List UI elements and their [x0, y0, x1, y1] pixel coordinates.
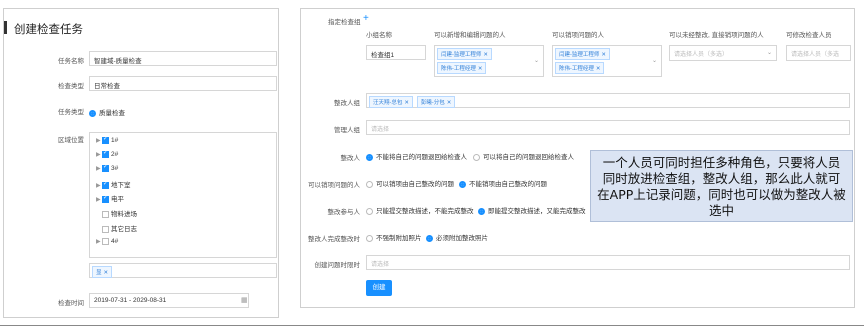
- time-range-input[interactable]: 2019-07-31 - 2029-08-31: [89, 293, 249, 308]
- task-type-label: 任务类型: [58, 109, 84, 116]
- title-marker: [4, 21, 7, 34]
- col-group-name: 小组名称: [366, 32, 392, 39]
- rectify-opt2-radio[interactable]: 可以将自己的问题退回给检查人: [473, 151, 574, 161]
- radio-icon: [366, 180, 373, 188]
- tree-node-4[interactable]: ▶地下室: [96, 179, 131, 189]
- close-icon[interactable]: ✕: [404, 100, 409, 106]
- complete-opt2-radio[interactable]: 必须附加整改照片: [426, 232, 488, 242]
- manager-select[interactable]: 请选择: [366, 120, 850, 135]
- close-icon[interactable]: ✕: [478, 66, 483, 72]
- checkbox-icon[interactable]: [102, 238, 109, 245]
- col-closers: 可以销项问题的人: [552, 32, 604, 39]
- radio-checked-icon: [426, 234, 433, 242]
- checkbox-icon[interactable]: [102, 163, 109, 172]
- create-task-panel: 创建检查任务 任务名称 智建域-质量检查 检查类型 日常检查 任务类型 质量检查…: [3, 8, 279, 318]
- tree-node-8[interactable]: ▶ 4#: [96, 238, 118, 245]
- checkbox-icon[interactable]: [102, 180, 109, 189]
- chevron-down-icon: ⌄: [766, 50, 772, 56]
- closer-label: 可以销项问题的人: [308, 182, 360, 189]
- closer-opt2-radio[interactable]: 不能销项由自己整改的问题: [459, 178, 547, 188]
- col-editors: 可以新增和编辑问题的人: [434, 32, 506, 39]
- tree-node-5[interactable]: ▶电平: [96, 193, 124, 203]
- complete-label: 整改人完成整改时: [308, 236, 360, 243]
- rectify-tag: 彭曦-分包 ✕: [416, 96, 456, 108]
- closer-tag: 陈伟-工程经理 ✕: [555, 62, 605, 74]
- participant-label: 整改参与人: [327, 209, 361, 216]
- calendar-icon[interactable]: ▦: [241, 296, 248, 304]
- participant-opt1-radio[interactable]: 只能提交整改描述，不能完成整改: [366, 205, 474, 215]
- editors-select[interactable]: 闫建-监理工程师 ✕ 陈伟-工程经理 ✕ ⌄: [434, 45, 544, 77]
- complete-opt1-radio[interactable]: 不强制附加照片: [366, 232, 422, 242]
- tree-node-2[interactable]: ▶2#: [96, 149, 118, 158]
- checkbox-icon[interactable]: [102, 149, 109, 158]
- checkbox-icon[interactable]: [102, 210, 109, 218]
- group-name-input[interactable]: 检查组1: [366, 45, 426, 60]
- close-icon[interactable]: ✕: [483, 52, 488, 58]
- col-direct-closers: 可以未经整改, 直接销项问题的人: [669, 32, 764, 39]
- tree-node-6[interactable]: 物料进场: [96, 208, 137, 218]
- radio-checked-icon: [459, 180, 466, 188]
- editor-tag: 陈伟-工程经理 ✕: [437, 62, 487, 74]
- col-modifiers: 可修改检查人员: [786, 32, 832, 39]
- area-tree: ▶1# ▶2# ▶3# ▶地下室 ▶电平 物料进场 其它日志 ▶4#: [89, 132, 277, 258]
- assign-group-label: 指定检查组: [328, 19, 361, 26]
- create-button[interactable]: 创建: [366, 280, 392, 296]
- manager-label: 管理人组: [334, 127, 360, 134]
- callout-note: 一个人员可同时担任多种角色，只要将人员同时放进检查组，整改人组，那么此人就可在A…: [590, 150, 853, 222]
- radio-icon: [366, 207, 373, 215]
- task-name-input[interactable]: 智建域-质量检查: [89, 51, 277, 66]
- radio-icon: [473, 153, 480, 161]
- create-time-label: 创建问题时限时: [314, 262, 361, 269]
- chevron-down-icon: ⌄: [533, 58, 539, 64]
- participant-opt2-radio[interactable]: 即能提交整改描述，又能完成整改: [478, 205, 586, 215]
- create-time-select[interactable]: 请选择: [366, 255, 850, 270]
- selected-tag: 显 ✕: [92, 266, 113, 278]
- area-label: 区域位置: [58, 137, 84, 144]
- time-label: 检查时间: [58, 300, 84, 307]
- closer-opt1-radio[interactable]: 可以销项由自己整改的问题: [366, 178, 454, 188]
- closer-tag: 闫建-监理工程师 ✕: [555, 48, 610, 60]
- close-icon[interactable]: ✕: [447, 100, 452, 106]
- radio-checked-icon: [366, 153, 373, 161]
- tree-node-7[interactable]: 其它日志: [96, 223, 137, 233]
- task-type-radio[interactable]: 质量检查: [89, 107, 125, 117]
- editor-tag: 闫建-监理工程师 ✕: [437, 48, 492, 60]
- page-title: 创建检查任务: [14, 22, 83, 36]
- check-type-select[interactable]: 日常检查: [89, 76, 277, 91]
- radio-checked-icon: [89, 109, 96, 117]
- close-icon[interactable]: ✕: [596, 66, 601, 72]
- tree-node-1[interactable]: ▶1#: [96, 135, 118, 144]
- tree-node-3[interactable]: ▶3#: [96, 163, 118, 172]
- close-icon[interactable]: ✕: [104, 270, 109, 276]
- checkbox-icon[interactable]: [102, 194, 109, 203]
- radio-icon: [366, 234, 373, 242]
- divider: [0, 325, 864, 326]
- rectify-tag: 汪天翔-总包 ✕: [369, 96, 413, 108]
- rectify-label: 整改人: [340, 155, 361, 162]
- rectify-person-label: 整改人组: [334, 100, 360, 107]
- close-icon[interactable]: ✕: [601, 52, 606, 58]
- task-name-label: 任务名称: [58, 58, 84, 65]
- add-group-icon[interactable]: +: [363, 13, 369, 24]
- modifiers-select[interactable]: 请选择人员（多选: [786, 45, 851, 61]
- direct-closers-select[interactable]: 请选择人员（多选） ⌄: [669, 45, 777, 61]
- rectify-person-select[interactable]: 汪天翔-总包 ✕ 彭曦-分包 ✕: [366, 93, 850, 108]
- check-type-label: 检查类型: [58, 83, 84, 90]
- checkbox-icon[interactable]: [102, 225, 109, 233]
- selected-area-tags[interactable]: 显 ✕: [89, 263, 277, 278]
- checkbox-icon[interactable]: [102, 135, 109, 144]
- radio-checked-icon: [478, 207, 485, 215]
- chevron-down-icon: ⌄: [651, 58, 657, 64]
- closers-select[interactable]: 闫建-监理工程师 ✕ 陈伟-工程经理 ✕ ⌄: [552, 45, 662, 77]
- rectify-opt1-radio[interactable]: 不能将自己的问题退回给检查人: [366, 151, 467, 161]
